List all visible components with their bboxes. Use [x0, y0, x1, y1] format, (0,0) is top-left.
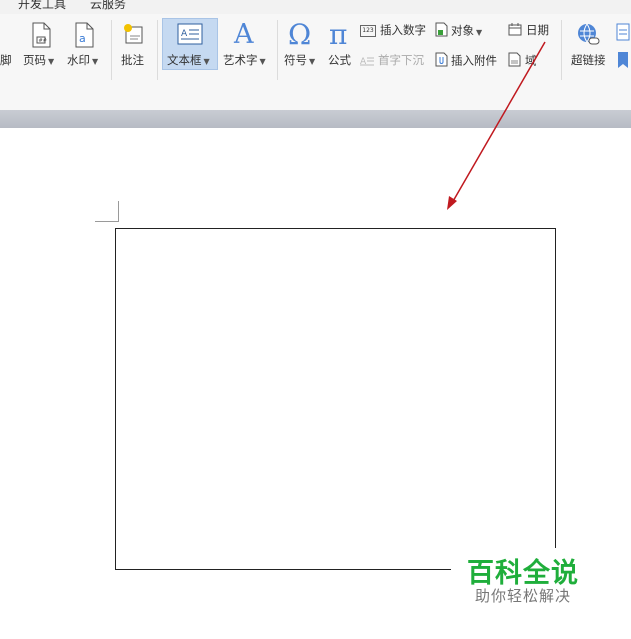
annotation-arrow — [447, 41, 546, 210]
brand-watermark-subtitle: 助你轻松解决 — [475, 587, 572, 605]
